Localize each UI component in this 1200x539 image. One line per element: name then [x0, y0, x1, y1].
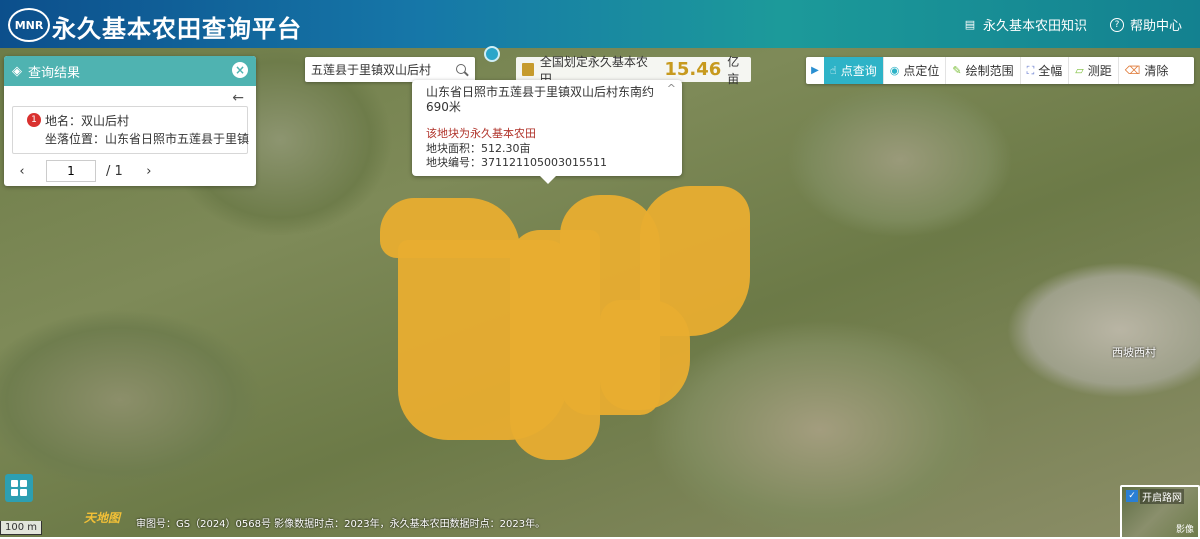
page-input[interactable]: [46, 160, 96, 182]
map-place-label: 西坡西村: [1112, 346, 1156, 359]
result-index-badge: 1: [27, 113, 41, 127]
help-center-link[interactable]: ? 帮助中心: [1110, 15, 1182, 34]
result-panel-title: 查询结果: [28, 65, 81, 81]
search-icon[interactable]: [455, 63, 469, 77]
checkbox-icon[interactable]: ✓: [1126, 490, 1138, 502]
close-icon[interactable]: ×: [232, 62, 248, 78]
pager: ‹ / 1 ›: [12, 160, 159, 182]
app-title: 永久基本农田查询平台: [52, 15, 302, 43]
prev-page-icon[interactable]: ‹: [12, 164, 32, 179]
total-unit: 亿亩: [727, 54, 740, 86]
layer-grid-button[interactable]: [5, 474, 33, 502]
app-header: MNR 永久基本农田查询平台 ▤ 永久基本农田知识 ? 帮助中心: [0, 0, 1200, 48]
result-location: 坐落位置：山东省日照市五莲县于里镇: [45, 132, 250, 146]
location-pin-icon: [484, 46, 500, 62]
search-box: [305, 57, 475, 82]
tool-full-extent[interactable]: ⛶ 全幅: [1021, 57, 1070, 84]
eraser-icon: ⌫: [1124, 64, 1141, 77]
result-place-name: 地名：双山后村: [45, 114, 130, 128]
mnr-logo: MNR: [8, 8, 50, 42]
fullextent-icon: ⛶: [1026, 63, 1035, 77]
tool-point-locate[interactable]: ◉ 点定位: [884, 57, 947, 84]
basemap-switch[interactable]: ✓ 开启路网 影像: [1120, 485, 1200, 539]
draw-icon: ✎: [952, 64, 962, 77]
result-panel-header: ◈ 查询结果: [4, 56, 256, 86]
total-value: 15.46: [664, 59, 722, 80]
farmland-parcel: [600, 300, 690, 410]
grid-icon: [11, 480, 18, 487]
parcel-status: 该地块为永久基本农田: [426, 127, 536, 140]
help-icon: ?: [1110, 17, 1124, 32]
imagery-label: 影像: [1175, 525, 1194, 535]
pointer-icon: ☝: [830, 64, 837, 77]
back-arrow-icon[interactable]: ←: [232, 90, 244, 106]
total-farmland-box: 全国划定永久基本农田 15.46 亿亩: [516, 55, 751, 86]
pin-icon: ◉: [889, 64, 900, 77]
tool-draw-range[interactable]: ✎ 绘制范围: [946, 57, 1021, 84]
ruler-icon: ▱: [1075, 64, 1084, 77]
page-total: / 1: [106, 163, 123, 179]
scale-bar: 100 m: [0, 521, 42, 535]
map-toolbar: ▶ ☝ 点查询 ◉ 点定位 ✎ 绘制范围 ⛶ 全幅 ▱ 测距 ⌫ 清除: [806, 57, 1194, 84]
tianditu-logo: 天地图: [84, 511, 121, 525]
tool-point-query[interactable]: ☝ 点查询: [824, 57, 884, 84]
result-panel: ◈ 查询结果 × ← 1 地名：双山后村 坐落位置：山东省日照市五莲县于里镇 ‹…: [4, 56, 256, 186]
toolbar-toggle-icon[interactable]: ▶: [806, 57, 824, 84]
book-icon: [522, 63, 534, 76]
map-copyright: 审图号：GS（2024）0568号 影像数据时点：2023年，永久基本农田数据时…: [136, 519, 546, 530]
knowledge-link[interactable]: ▤ 永久基本农田知识: [963, 15, 1087, 35]
road-network-toggle: 开启路网: [1140, 489, 1184, 504]
collapse-icon[interactable]: ^: [667, 82, 676, 95]
layers-icon: ◈: [12, 63, 22, 79]
book-icon: ▤: [964, 17, 976, 31]
parcel-code: 地块编号：371121105003015511: [426, 156, 607, 169]
next-page-icon[interactable]: ›: [139, 164, 159, 179]
search-input[interactable]: [305, 61, 451, 78]
parcel-popup: 山东省日照市五莲县于里镇双山后村东南约690米 ^ 该地块为永久基本农田 地块面…: [412, 80, 682, 184]
parcel-address: 山东省日照市五莲县于里镇双山后村东南约690米: [426, 85, 655, 114]
tool-clear[interactable]: ⌫ 清除: [1119, 57, 1175, 84]
result-item[interactable]: 1 地名：双山后村 坐落位置：山东省日照市五莲县于里镇: [12, 106, 250, 154]
tool-measure[interactable]: ▱ 测距: [1069, 57, 1119, 84]
